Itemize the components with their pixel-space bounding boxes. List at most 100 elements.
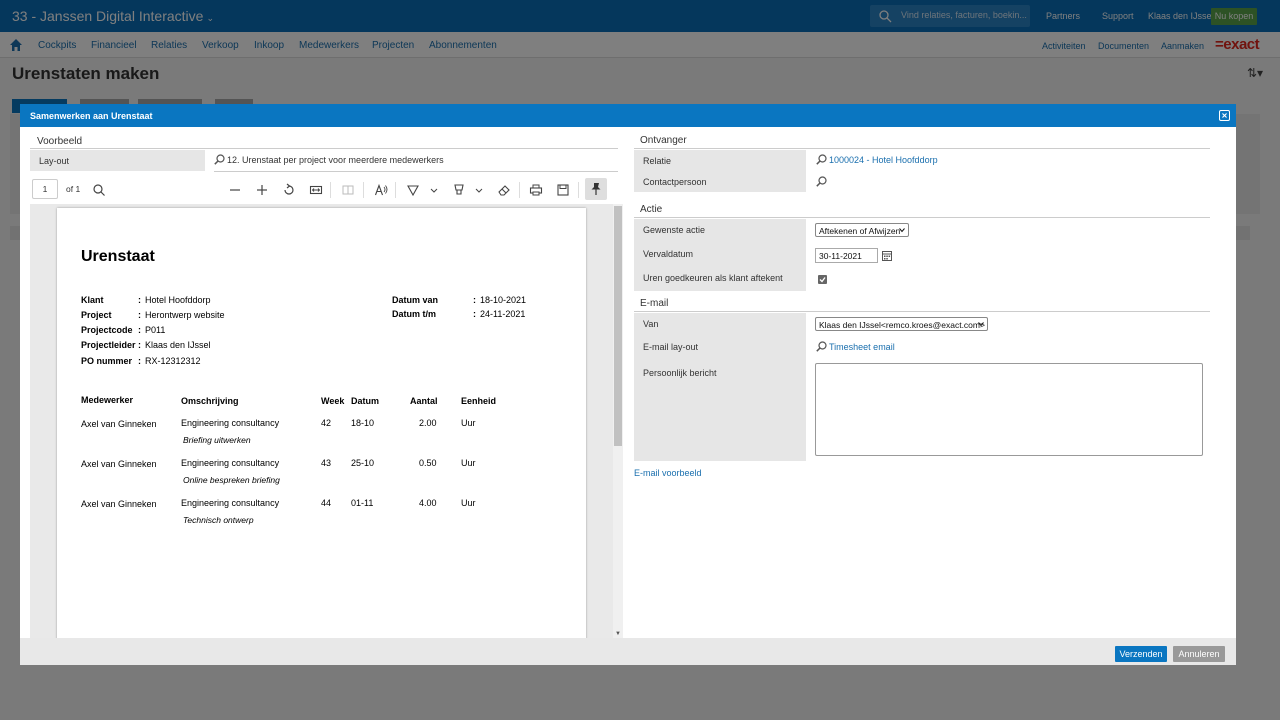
desired-action-label: Gewenste actie — [634, 219, 806, 243]
doc-field-value: Herontwerp website — [145, 310, 225, 320]
relation-link[interactable]: 1000024 - Hotel Hoofddorp — [829, 155, 938, 165]
dialog-title: Samenwerken aan Urenstaat — [30, 111, 153, 121]
pdf-search-icon[interactable] — [92, 183, 106, 197]
column-header: Week — [321, 396, 345, 406]
approve-hours-checkbox[interactable] — [818, 275, 827, 284]
doc-field-value: P011 — [145, 325, 166, 335]
action-section-title: Actie — [640, 204, 663, 215]
calendar-icon[interactable] — [882, 250, 892, 261]
pdf-page: Urenstaat Klant : Hotel Hoofddorp Projec… — [57, 208, 586, 638]
rotate-icon[interactable] — [282, 183, 296, 197]
personal-message-textarea[interactable] — [815, 363, 1203, 456]
page-number-input[interactable]: 1 — [32, 179, 58, 199]
pdf-viewer[interactable]: Urenstaat Klant : Hotel Hoofddorp Projec… — [30, 204, 623, 638]
lookup-icon[interactable] — [214, 154, 225, 165]
email-layout-label: E-mail lay-out — [634, 336, 806, 360]
row-week: 44 — [321, 498, 332, 508]
lookup-icon[interactable] — [816, 176, 827, 187]
pin-toolbar-button[interactable] — [585, 178, 607, 200]
recipient-section-title: Ontvanger — [640, 135, 687, 146]
row-unit: Uur — [461, 418, 476, 428]
pdf-scrollbar[interactable]: ▼ — [613, 204, 623, 638]
layout-field[interactable]: 12. Urenstaat per project voor meerdere … — [214, 154, 444, 165]
email-preview-link[interactable]: E-mail voorbeeld — [634, 468, 702, 478]
row-date: 18-10 — [351, 418, 375, 428]
column-header: Aantal — [410, 396, 438, 406]
zoom-in-icon[interactable] — [255, 183, 269, 197]
layout-value: 12. Urenstaat per project voor meerdere … — [227, 155, 444, 165]
desired-action-select[interactable]: Aftekenen of Afwijzen — [815, 223, 909, 237]
close-icon[interactable] — [1219, 110, 1230, 121]
desired-action-value: Aftekenen of Afwijzen — [819, 226, 901, 236]
doc-date-separator: : — [473, 309, 476, 319]
cancel-button[interactable]: Annuleren — [1173, 646, 1225, 662]
eraser-icon[interactable] — [497, 183, 511, 197]
column-header: Medewerker — [81, 395, 134, 405]
lookup-icon[interactable] — [816, 341, 827, 352]
scroll-down-icon[interactable]: ▼ — [615, 631, 621, 637]
row-note: Briefing uitwerken — [183, 435, 251, 445]
doc-field-separator: : — [138, 356, 141, 366]
toolbar-separator — [395, 182, 396, 198]
divider — [30, 148, 618, 149]
zoom-out-icon[interactable] — [228, 183, 242, 197]
row-note: Online bespreken briefing — [183, 475, 280, 485]
row-amount: 4.00 — [419, 498, 437, 508]
send-button[interactable]: Verzenden — [1115, 646, 1167, 662]
row-week: 42 — [321, 418, 332, 428]
pin-icon — [591, 183, 601, 195]
preview-section-title: Voorbeeld — [37, 136, 83, 147]
contact-label: Contactpersoon — [634, 171, 806, 192]
relation-field[interactable]: 1000024 - Hotel Hoofddorp — [816, 154, 938, 165]
row-description: Engineering consultancy — [181, 458, 280, 468]
dialog-header: Samenwerken aan Urenstaat — [20, 104, 1236, 127]
personal-message-label: Persoonlijk bericht — [634, 360, 806, 461]
draw-icon[interactable] — [406, 183, 420, 197]
doc-field-label: PO nummer — [81, 356, 133, 366]
divider — [634, 148, 1210, 149]
email-layout-field[interactable]: Timesheet email — [816, 341, 895, 352]
doc-date-label: Datum van — [392, 295, 439, 305]
row-description: Engineering consultancy — [181, 418, 280, 428]
email-layout-link[interactable]: Timesheet email — [829, 342, 895, 352]
highlight-icon[interactable] — [452, 183, 466, 197]
contact-field[interactable] — [816, 176, 829, 187]
due-date-label: Vervaldatum — [634, 243, 806, 267]
row-employee: Axel van Ginneken — [81, 499, 157, 509]
doc-field-value: Klaas den IJssel — [145, 340, 211, 350]
row-employee: Axel van Ginneken — [81, 419, 157, 429]
from-select[interactable]: Klaas den IJssel<remco.kroes@exact.com> — [815, 317, 988, 331]
divider — [634, 217, 1210, 218]
divider — [214, 171, 618, 172]
doc-date-separator: : — [473, 295, 476, 305]
chevron-down-icon — [899, 228, 905, 233]
divider — [634, 311, 1210, 312]
doc-field-value: RX-12312312 — [145, 356, 201, 366]
read-aloud-icon[interactable] — [374, 183, 388, 197]
from-label: Van — [634, 313, 806, 336]
print-icon[interactable] — [529, 183, 543, 197]
row-date: 01-11 — [351, 498, 374, 508]
toolbar-separator — [578, 182, 579, 198]
doc-field-value: Hotel Hoofddorp — [145, 295, 211, 305]
approve-hours-label: Uren goedkeuren als klant aftekent — [634, 267, 806, 291]
column-header: Eenheid — [461, 396, 497, 406]
scrollbar-thumb[interactable] — [614, 206, 622, 446]
chevron-down-icon[interactable] — [429, 183, 439, 197]
doc-field-separator: : — [138, 340, 141, 350]
save-icon[interactable] — [556, 183, 570, 197]
relation-label: Relatie — [634, 150, 806, 171]
row-amount: 0.50 — [419, 458, 437, 468]
due-date-input[interactable]: 30-11-2021 — [815, 248, 878, 263]
email-section-title: E-mail — [640, 298, 669, 309]
chevron-down-icon[interactable] — [474, 183, 484, 197]
doc-field-separator: : — [138, 295, 141, 305]
row-note: Technisch ontwerp — [183, 515, 254, 525]
fit-width-icon[interactable] — [309, 183, 323, 197]
from-value: Klaas den IJssel<remco.kroes@exact.com> — [819, 320, 985, 330]
doc-date-value: 24-11-2021 — [480, 309, 526, 319]
row-employee: Axel van Ginneken — [81, 459, 157, 469]
column-header: Omschrijving — [181, 396, 239, 406]
document-title: Urenstaat — [81, 248, 155, 265]
lookup-icon[interactable] — [816, 154, 827, 165]
